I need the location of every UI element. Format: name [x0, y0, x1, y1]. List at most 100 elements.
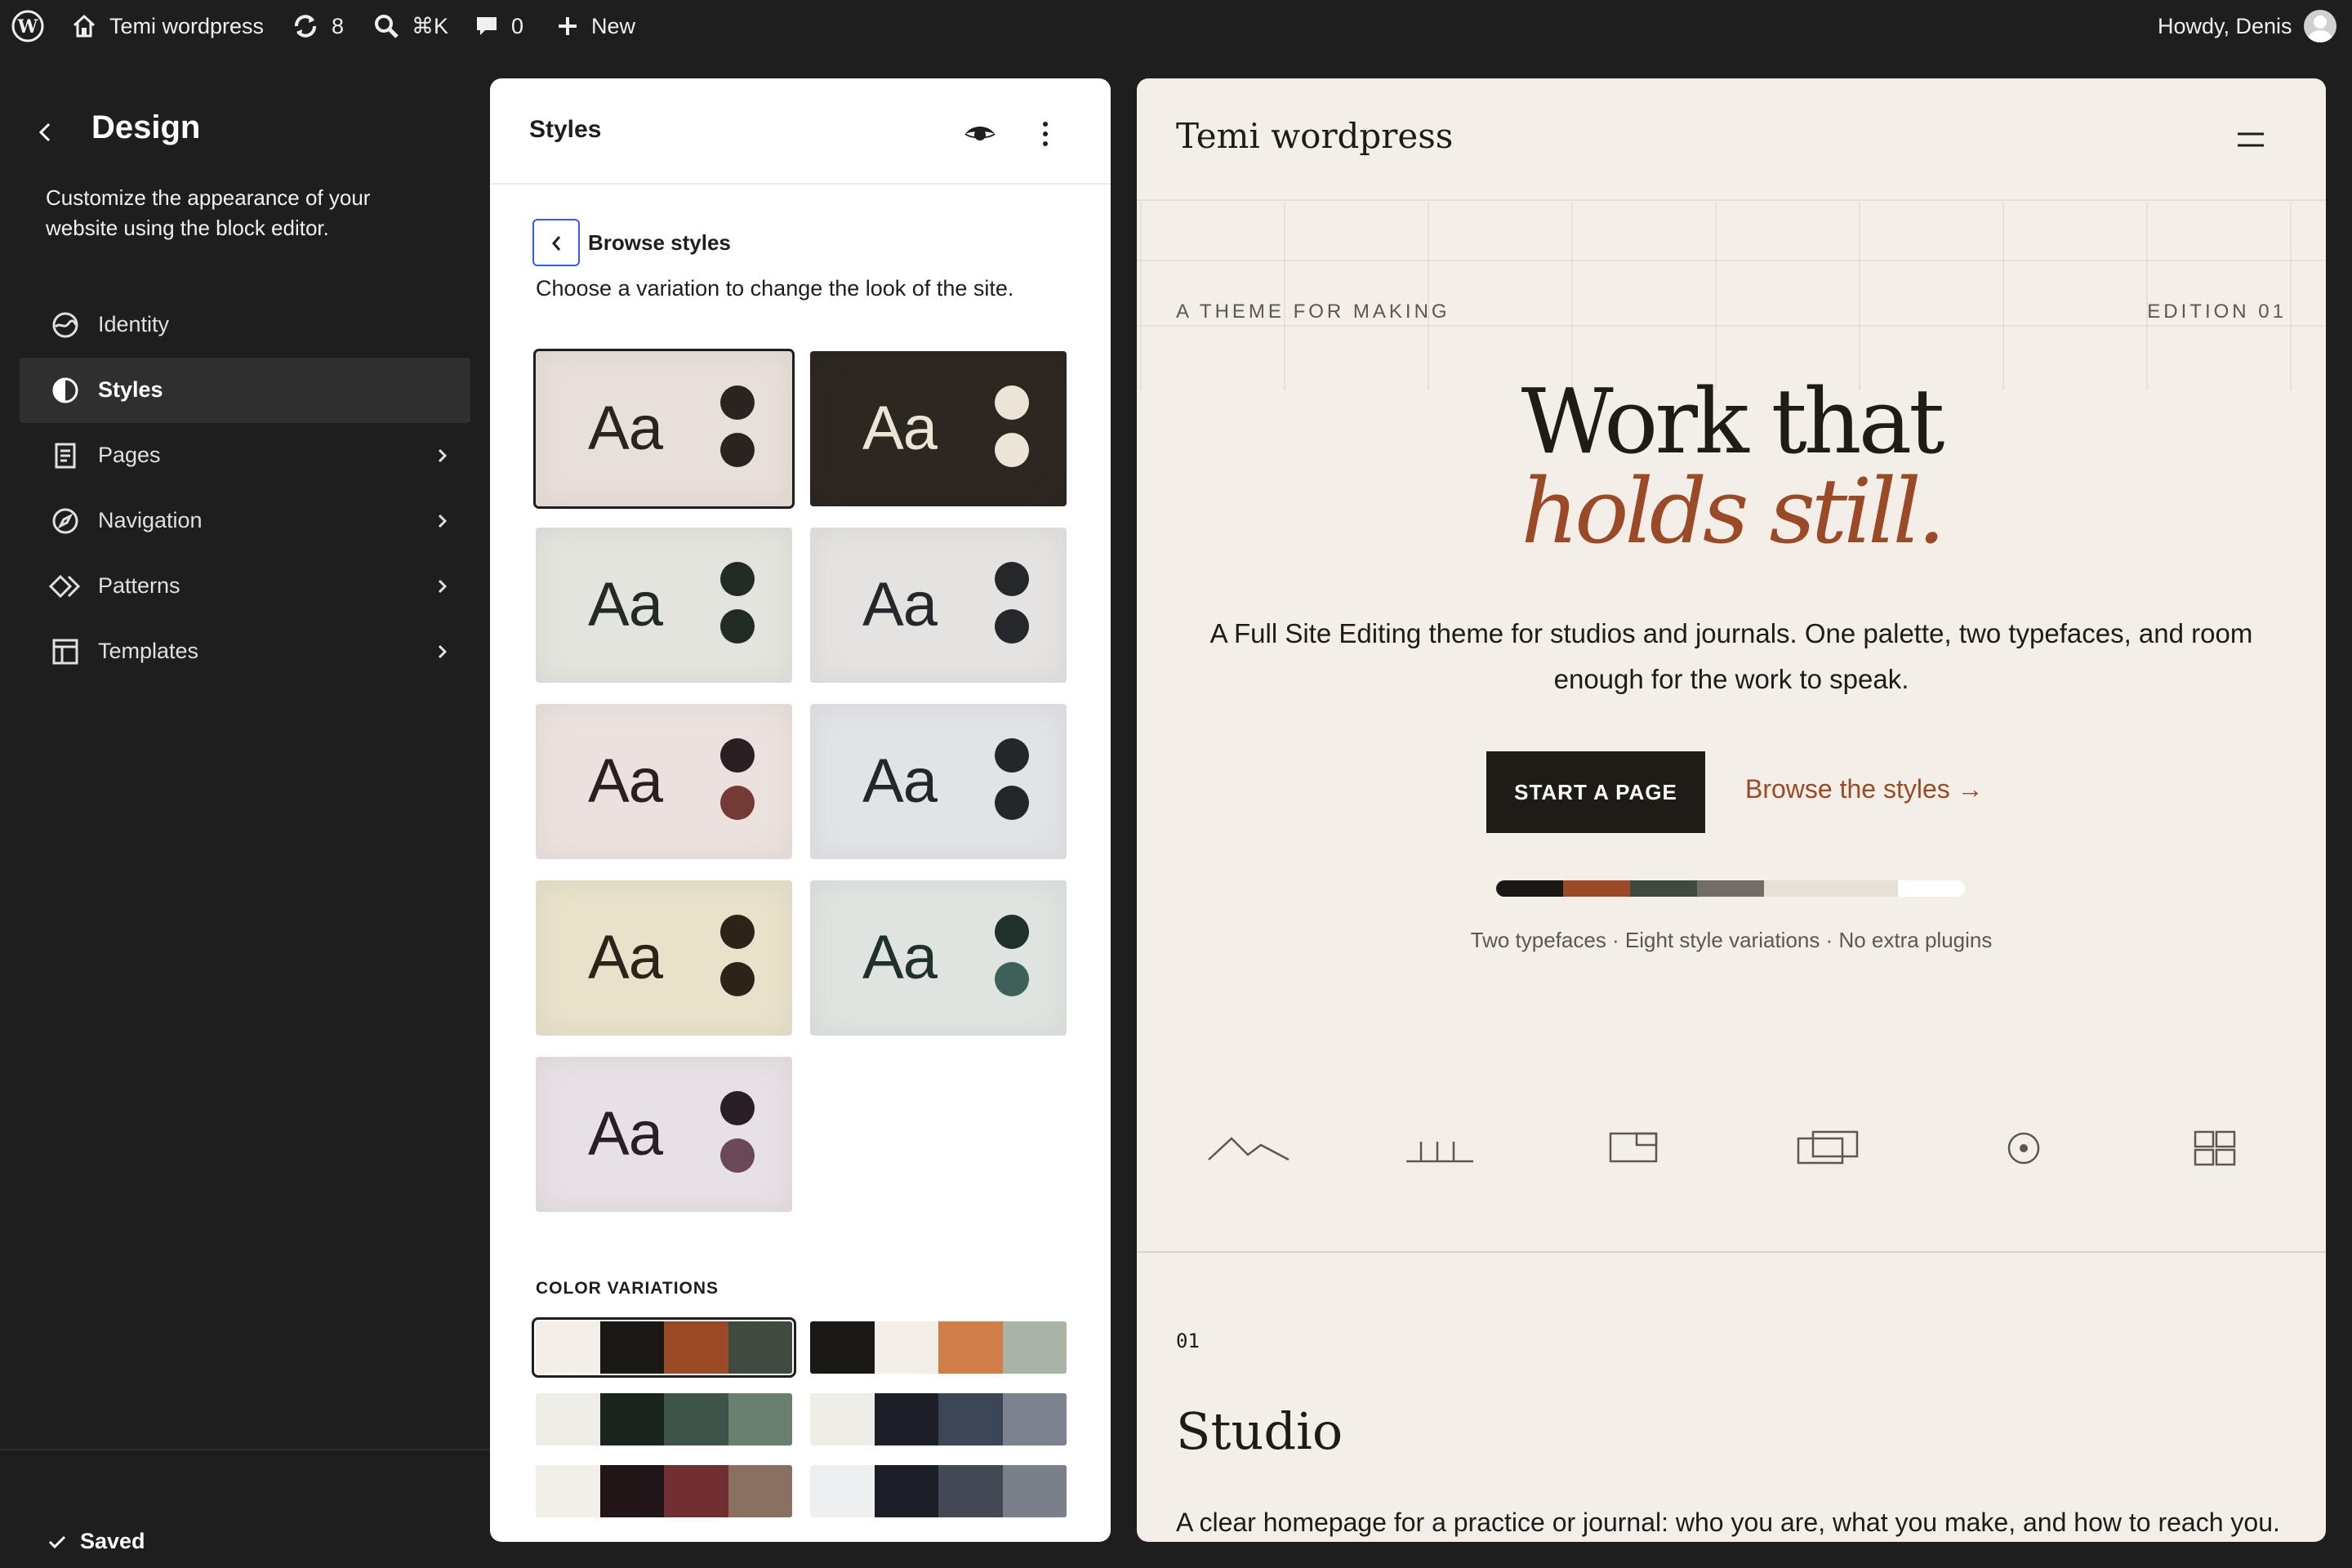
browse-styles-label: Browse styles [588, 230, 731, 255]
style-variation-card[interactable]: Aa [536, 1057, 792, 1212]
panel-header: Styles [490, 78, 1111, 185]
style-variation-card[interactable]: Aa [810, 351, 1067, 506]
color-variation-card[interactable] [532, 1317, 796, 1378]
color-swatch [599, 1321, 664, 1374]
admin-bar: W Temi wordpress 8 ⌘K 0 New Howdy, Denis [0, 0, 2352, 52]
sidebar-divider [0, 1449, 490, 1450]
hamburger-menu-icon[interactable] [2236, 129, 2265, 150]
color-variation-card[interactable] [810, 1393, 1067, 1446]
style-color-dot [995, 915, 1029, 949]
style-color-dot [720, 562, 755, 596]
plus-icon [559, 17, 577, 35]
color-swatch [599, 1465, 664, 1517]
style-color-dot [995, 786, 1029, 820]
wordpress-logo-icon[interactable]: W [11, 0, 44, 52]
sidebar-item-templates[interactable]: Templates [20, 619, 470, 684]
back-chevron-icon[interactable] [29, 116, 62, 149]
command-search[interactable]: ⌘K [372, 0, 448, 52]
updates-link[interactable]: 8 [291, 0, 344, 52]
color-swatch [874, 1393, 938, 1446]
browse-styles-link[interactable]: Browse the styles → [1745, 774, 1984, 804]
preview-site-title: Temi wordpress [1176, 116, 1454, 156]
panel-title: Styles [529, 116, 602, 143]
style-color-dot [995, 738, 1029, 773]
mountain-line-icon [1208, 1137, 1290, 1161]
save-status-label: Saved [80, 1529, 145, 1553]
new-content-link[interactable]: New [555, 0, 635, 52]
style-variation-card[interactable]: Aa [533, 349, 795, 509]
color-swatch [536, 1393, 600, 1446]
chevron-right-icon [438, 644, 448, 659]
sidebar-item-navigation[interactable]: Navigation [20, 488, 470, 554]
hero-lede: A Full Site Editing theme for studios an… [1209, 618, 2253, 694]
comments-link[interactable]: 0 [474, 0, 523, 52]
style-sample-text: Aa [862, 394, 938, 463]
avatar [2303, 10, 2336, 42]
color-swatch [938, 1393, 1003, 1446]
navigation-icon [52, 508, 78, 534]
new-label: New [591, 13, 636, 38]
style-variation-card[interactable]: Aa [810, 528, 1067, 683]
style-variation-card[interactable]: Aa [536, 880, 792, 1036]
color-variation-card[interactable] [536, 1465, 792, 1517]
color-swatch [938, 1465, 1003, 1517]
style-color-dot [720, 1138, 755, 1173]
color-swatch [664, 1393, 728, 1446]
start-page-button[interactable]: START A PAGE [1486, 751, 1705, 833]
account-menu[interactable]: Howdy, Denis [2158, 0, 2336, 52]
color-swatch [664, 1465, 728, 1517]
palette-swatch [1630, 880, 1697, 897]
palette-swatch [1898, 880, 1965, 897]
color-swatch [728, 1393, 792, 1446]
sidebar-item-patterns[interactable]: Patterns [20, 554, 470, 619]
style-variation-card[interactable]: Aa [536, 704, 792, 859]
pages-icon [55, 443, 76, 469]
style-sample-text: Aa [588, 1099, 663, 1169]
browse-back-button[interactable] [532, 219, 580, 266]
color-variation-card[interactable] [810, 1465, 1067, 1517]
style-color-dot [720, 786, 755, 820]
style-color-dot [720, 609, 755, 644]
style-sample-text: Aa [588, 570, 663, 639]
palette-swatch [1496, 880, 1563, 897]
search-shortcut: ⌘K [412, 13, 449, 38]
style-sample-text: Aa [588, 746, 663, 816]
sidebar-item-label: Styles [98, 377, 163, 402]
browse-styles-description: Choose a variation to change the look of… [536, 276, 1014, 301]
hero-meta: Two typefaces · Eight style variations ·… [1470, 928, 1993, 952]
style-color-dot [720, 1091, 755, 1125]
style-sample-text: Aa [862, 746, 938, 816]
palette-swatch [1563, 880, 1630, 897]
decorative-grid [1137, 203, 2326, 390]
sidebar-item-pages[interactable]: Pages [20, 423, 470, 488]
style-color-dot [720, 962, 755, 996]
section-title: Studio [1176, 1401, 1343, 1461]
eye-icon[interactable] [960, 114, 1000, 154]
style-variation-card[interactable]: Aa [810, 880, 1067, 1036]
color-swatch [536, 1465, 600, 1517]
sidebar-title: Design [91, 109, 201, 145]
color-variation-card[interactable] [536, 1393, 792, 1446]
sidebar-item-label: Pages [98, 443, 161, 467]
color-variation-card[interactable] [810, 1321, 1067, 1374]
chevron-right-icon [438, 448, 448, 463]
sidebar-item-styles[interactable]: Styles [20, 358, 470, 423]
color-swatch [1002, 1465, 1067, 1517]
style-color-dot [720, 385, 755, 420]
color-swatch [1002, 1321, 1067, 1374]
site-name-link[interactable]: Temi wordpress [70, 0, 264, 52]
check-icon [48, 1535, 66, 1548]
section-number: 01 [1176, 1330, 1200, 1352]
sidebar-item-label: Navigation [98, 508, 203, 532]
section-divider [1137, 1251, 2326, 1253]
sidebar-item-label: Templates [98, 639, 199, 663]
more-options-icon[interactable] [1029, 114, 1062, 154]
style-color-dot [995, 962, 1029, 996]
site-preview[interactable]: Temi wordpress A THEME FOR MAKING EDITIO… [1137, 78, 2326, 1542]
home-icon [73, 14, 96, 38]
bar-baseline-icon [1406, 1142, 1473, 1163]
svg-text:W: W [17, 16, 38, 38]
style-variation-card[interactable]: Aa [810, 704, 1067, 859]
style-variation-card[interactable]: Aa [536, 528, 792, 683]
sidebar-item-identity[interactable]: Identity [20, 292, 470, 358]
